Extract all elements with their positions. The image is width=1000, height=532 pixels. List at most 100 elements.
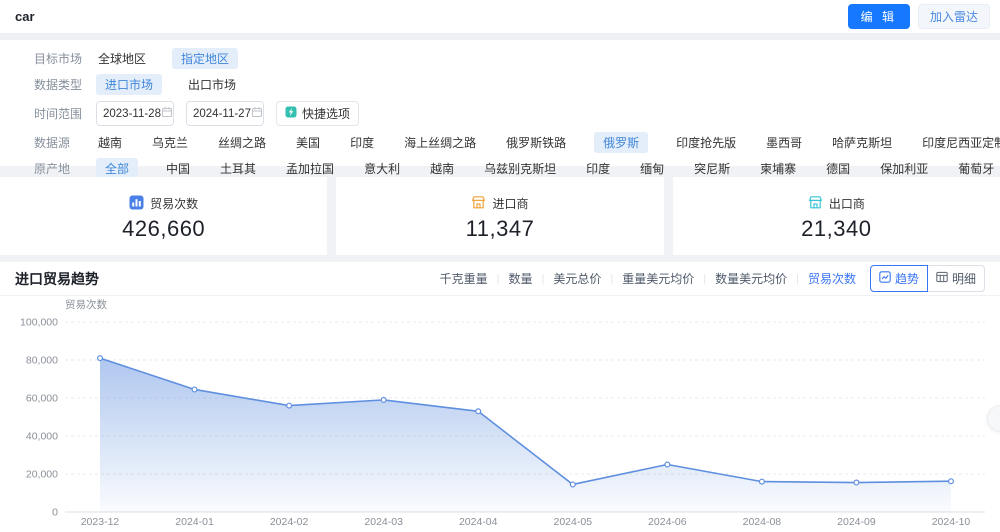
svg-text:2023-12: 2023-12	[81, 516, 120, 528]
origin-label: 原产地	[34, 162, 71, 176]
svg-text:2024-06: 2024-06	[648, 516, 687, 528]
filter-option[interactable]: 俄罗斯铁路	[504, 132, 568, 153]
filter-option[interactable]: 柬埔寨	[758, 158, 798, 179]
quick-options-label: 快捷选项	[302, 107, 351, 121]
exporter-store-icon	[808, 195, 823, 213]
filter-option[interactable]: 进口市场	[96, 74, 163, 95]
svg-text:40,000: 40,000	[26, 431, 58, 443]
filter-option[interactable]: 意大利	[362, 158, 402, 179]
add-to-radar-button[interactable]: 加入雷达	[917, 4, 990, 29]
trend-chart-icon	[879, 271, 891, 286]
svg-text:2024-04: 2024-04	[459, 516, 498, 528]
filter-option[interactable]: 德国	[824, 158, 852, 179]
detail-view-label: 明细	[951, 272, 976, 286]
stat-value: 21,340	[801, 215, 872, 241]
bar-chart-icon	[129, 195, 144, 213]
start-date-input[interactable]	[96, 101, 174, 126]
filter-option[interactable]: 中国	[164, 158, 192, 179]
target-market-label: 目标市场	[34, 52, 83, 66]
svg-text:2024-10: 2024-10	[932, 516, 971, 528]
filter-option[interactable]: 印度尼西亚定制版	[920, 132, 1000, 153]
svg-text:0: 0	[52, 507, 58, 519]
edit-button[interactable]: 编 辑	[847, 4, 910, 29]
filter-option[interactable]: 土耳其	[218, 158, 258, 179]
date-range-label: 时间范围	[34, 107, 83, 121]
filter-option[interactable]: 越南	[428, 158, 456, 179]
filter-option[interactable]: 全球地区	[96, 48, 148, 69]
metric-option[interactable]: 重量美元均价	[622, 270, 694, 287]
data-source-label: 数据源	[34, 136, 71, 150]
end-date-value[interactable]	[193, 107, 251, 120]
filter-option[interactable]: 葡萄牙	[956, 158, 996, 179]
metric-switcher: 千克重量 | 数量 | 美元总价 | 重量美元均价 | 数量美元均价 | 贸易次数	[440, 270, 856, 287]
filter-option[interactable]: 墨西哥	[764, 132, 804, 153]
stat-label: 进口商	[492, 197, 529, 211]
data-type-row: 数据类型 进口市场 出口市场	[34, 73, 986, 96]
separator: |	[610, 272, 614, 285]
filter-option[interactable]: 乌兹别克斯坦	[482, 158, 558, 179]
end-date-input[interactable]	[186, 101, 264, 126]
separator: |	[796, 272, 799, 285]
target-market-row: 目标市场 全球地区 指定地区	[34, 47, 986, 70]
filter-option[interactable]: 印度	[348, 132, 376, 153]
filter-option[interactable]: 突尼斯	[692, 158, 732, 179]
stat-card-exporters: 出口商 21,340	[672, 177, 1000, 255]
svg-text:2024-03: 2024-03	[364, 516, 403, 528]
svg-text:2024-08: 2024-08	[743, 516, 782, 528]
stat-card-trade-count: 贸易次数 426,660	[0, 177, 328, 255]
metric-option[interactable]: 贸易次数	[808, 270, 856, 287]
filter-option[interactable]: 美国	[294, 132, 322, 153]
stat-card-importers: 进口商 11,347	[336, 177, 664, 255]
filter-option[interactable]: 哈萨克斯坦	[830, 132, 894, 153]
filter-option[interactable]: 印度	[584, 158, 612, 179]
metric-option[interactable]: 千克重量	[440, 270, 488, 287]
filter-option[interactable]: 俄罗斯	[594, 132, 649, 153]
chart-header: 进口贸易趋势 千克重量 | 数量 | 美元总价 | 重量美元均价 | 数量美元均价 | 贸易次数 趋…	[0, 262, 1000, 296]
filter-option[interactable]: 丝绸之路	[216, 132, 268, 153]
filter-option[interactable]: 全部	[96, 158, 139, 179]
date-range-row: 时间范围 快捷选项	[34, 99, 986, 128]
view-switcher: 趋势 明细	[869, 265, 985, 292]
filter-option[interactable]: 出口市场	[186, 74, 238, 95]
separator: |	[541, 272, 545, 285]
svg-text:60,000: 60,000	[26, 393, 58, 405]
calendar-icon	[251, 105, 263, 123]
filter-option[interactable]: 乌克兰	[150, 132, 190, 153]
trend-view-label: 趋势	[894, 272, 919, 286]
svg-text:100,000: 100,000	[20, 317, 58, 329]
detail-view-button[interactable]: 明细	[927, 265, 985, 292]
metric-option[interactable]: 数量美元均价	[715, 270, 787, 287]
page-title: car	[15, 9, 35, 24]
data-source-row: 数据源 越南 乌克兰 丝绸之路 美国 印度 海上丝绸之路 俄罗斯铁路 俄罗斯 印度抢先版 墨西哥 哈…	[34, 131, 1000, 154]
filter-option[interactable]: 印度抢先版	[674, 132, 738, 153]
filter-option[interactable]: 保加利亚	[878, 158, 930, 179]
lightning-icon	[285, 106, 297, 121]
metric-option[interactable]: 美元总价	[553, 270, 601, 287]
trend-view-button[interactable]: 趋势	[869, 265, 928, 292]
top-bar: car 编 辑 加入雷达	[0, 0, 1000, 33]
svg-text:贸易次数: 贸易次数	[65, 298, 107, 311]
data-type-options: 进口市场 出口市场	[96, 74, 238, 95]
filter-option[interactable]: 指定地区	[172, 48, 239, 69]
top-bar-actions: 编 辑 加入雷达	[847, 4, 990, 29]
importer-store-icon	[471, 195, 486, 213]
filter-option[interactable]: 孟加拉国	[284, 158, 336, 179]
svg-text:2024-05: 2024-05	[554, 516, 593, 528]
stat-value: 426,660	[122, 215, 206, 241]
svg-text:2024-02: 2024-02	[270, 516, 309, 528]
filter-option[interactable]: 缅甸	[638, 158, 666, 179]
stat-value: 11,347	[465, 215, 535, 241]
metric-option[interactable]: 数量	[508, 270, 532, 287]
stat-cards: 贸易次数 426,660 进口商 11,347 出口商 21,340	[0, 177, 1000, 255]
target-market-options: 全球地区 指定地区	[96, 48, 239, 69]
filter-option[interactable]: 海上丝绸之路	[402, 132, 478, 153]
trend-line-chart[interactable]: 贸易次数 0 20,000 40,000 60,000 80,000 100,000 2023…	[0, 296, 1000, 531]
quick-options-button[interactable]: 快捷选项	[276, 101, 360, 126]
trend-chart-panel: 进口贸易趋势 千克重量 | 数量 | 美元总价 | 重量美元均价 | 数量美元均价 | 贸易次数 趋…	[0, 262, 1000, 532]
data-source-options: 越南 乌克兰 丝绸之路 美国 印度 海上丝绸之路 俄罗斯铁路 俄罗斯 印度抢先版 墨西哥 哈萨克斯坦…	[96, 132, 1000, 153]
calendar-icon	[161, 105, 173, 123]
origin-options: 全部 中国 土耳其 孟加拉国 意大利 越南 乌兹别克斯坦 印度 缅甸 突尼斯 柬埔寨 德国 保加利亚 葡萄…	[96, 158, 1000, 179]
start-date-value[interactable]	[103, 107, 161, 120]
svg-text:20,000: 20,000	[26, 469, 58, 481]
filter-option[interactable]: 越南	[96, 132, 124, 153]
